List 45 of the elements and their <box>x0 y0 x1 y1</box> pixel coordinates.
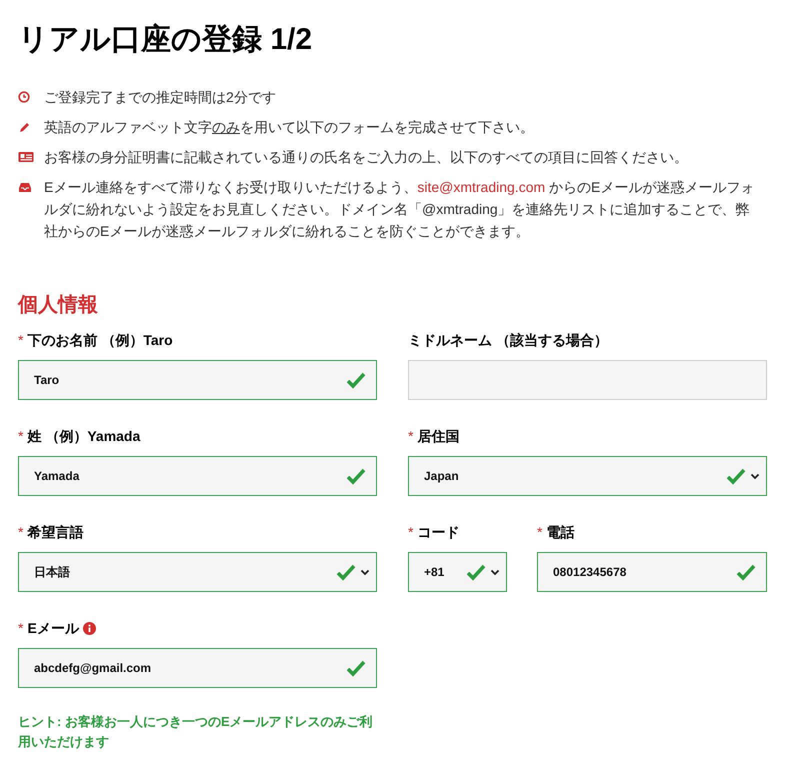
dropdown-field[interactable]: Japan <box>408 456 767 496</box>
check-icon <box>346 659 366 677</box>
dropdown-field[interactable]: 日本語 <box>18 552 377 592</box>
input-field[interactable] <box>408 360 767 400</box>
field-label: 姓 （例）Yamada <box>27 426 140 446</box>
check-icon <box>726 467 746 485</box>
field-label: 下のお名前 （例）Taro <box>27 330 173 350</box>
check-icon <box>466 563 486 581</box>
input-field[interactable]: 08012345678 <box>537 552 767 592</box>
chevron-down-icon <box>360 568 370 576</box>
field-label: コード <box>417 522 460 542</box>
pencil-icon <box>18 121 30 133</box>
field-label: Eメール <box>27 618 79 638</box>
input-field[interactable]: Yamada <box>18 456 377 496</box>
required-asterisk: * <box>18 618 24 638</box>
notice-text: 英語のアルファベット文字のみを用いて以下のフォームを完成させて下さい。 <box>44 118 534 137</box>
email-link[interactable]: site@xmtrading.com <box>417 179 546 195</box>
required-asterisk: * <box>408 426 414 446</box>
field-label: 電話 <box>546 522 574 542</box>
chevron-down-icon <box>490 568 500 576</box>
id-card-icon <box>18 151 34 163</box>
field-label: 居住国 <box>417 426 460 446</box>
notice-text: Eメール連絡をすべて滞りなくお受け取りいただけるよう、site@xmtrading.com からのEメールが迷惑メールフォルダに紛れないよう設定をお見直しください。ドメイン名「@xmtrading」を連絡先リストに追加することで、弊社からのEメールが迷惑メールフォルダに紛れることを防ぐことができます。 <box>44 178 756 241</box>
section-heading: 個人情報 <box>18 293 99 318</box>
required-asterisk: * <box>18 426 24 446</box>
input-field[interactable]: Taro <box>18 360 377 400</box>
field-label: 希望言語 <box>27 522 84 542</box>
field-label: ミドルネーム （該当する場合） <box>408 330 608 350</box>
required-asterisk: * <box>537 522 542 542</box>
check-icon <box>346 467 366 485</box>
required-asterisk: * <box>18 522 24 542</box>
dropdown-field[interactable]: +81 <box>408 552 507 592</box>
check-icon <box>736 563 756 581</box>
hint-text: ヒント: お客様お一人につき一つのEメールアドレスのみご利用いただけます <box>18 713 374 751</box>
page-title: リアル口座の登録 1/2 <box>18 22 314 58</box>
notice-text: ご登録完了までの推定時間は2分です <box>44 88 276 107</box>
required-asterisk: * <box>408 522 414 542</box>
required-asterisk: * <box>18 330 24 350</box>
clock-icon <box>18 91 30 103</box>
check-icon <box>346 371 366 389</box>
notice-text: お客様の身分証明書に記載されている通りの氏名をご入力の上、以下のすべての項目に回答ください。 <box>44 148 688 167</box>
check-icon <box>336 563 356 581</box>
inbox-icon <box>18 181 32 193</box>
chevron-down-icon <box>750 472 760 480</box>
input-field[interactable]: abcdefg@gmail.com <box>18 648 377 688</box>
